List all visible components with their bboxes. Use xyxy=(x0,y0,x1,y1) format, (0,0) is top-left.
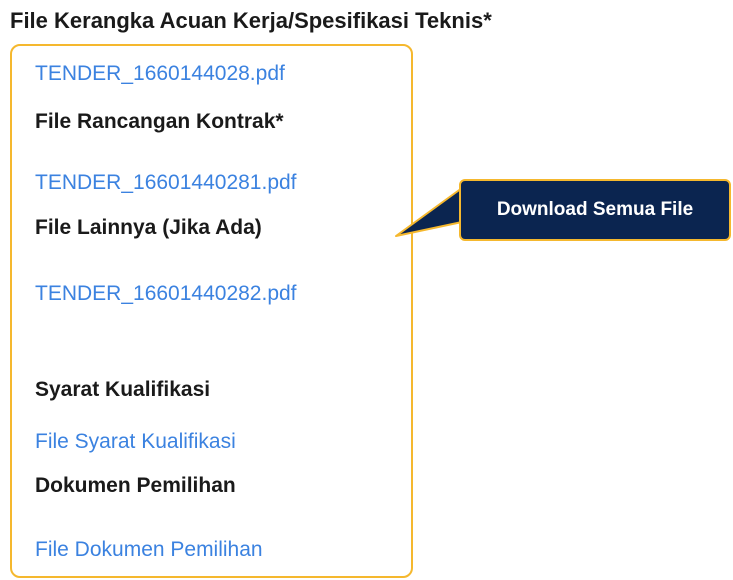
file-link-rancangan-kontrak[interactable]: TENDER_16601440281.pdf xyxy=(35,171,297,195)
label-rancangan-kontrak: File Rancangan Kontrak* xyxy=(35,110,284,133)
file-link-kak[interactable]: TENDER_1660144028.pdf xyxy=(35,62,285,86)
label-file-lainnya: File Lainnya (Jika Ada) xyxy=(35,216,262,239)
file-link-dokumen-pemilihan[interactable]: File Dokumen Pemilihan xyxy=(35,538,263,562)
file-link-syarat-kualifikasi[interactable]: File Syarat Kualifikasi xyxy=(35,430,236,454)
download-all-files-button[interactable]: Download Semua File xyxy=(459,179,731,241)
section-heading-kak: File Kerangka Acuan Kerja/Spesifikasi Te… xyxy=(10,8,492,33)
label-dokumen-pemilihan: Dokumen Pemilihan xyxy=(35,474,236,497)
download-all-files-label: Download Semua File xyxy=(496,199,694,220)
file-link-lainnya[interactable]: TENDER_16601440282.pdf xyxy=(35,282,297,306)
label-syarat-kualifikasi: Syarat Kualifikasi xyxy=(35,378,211,401)
